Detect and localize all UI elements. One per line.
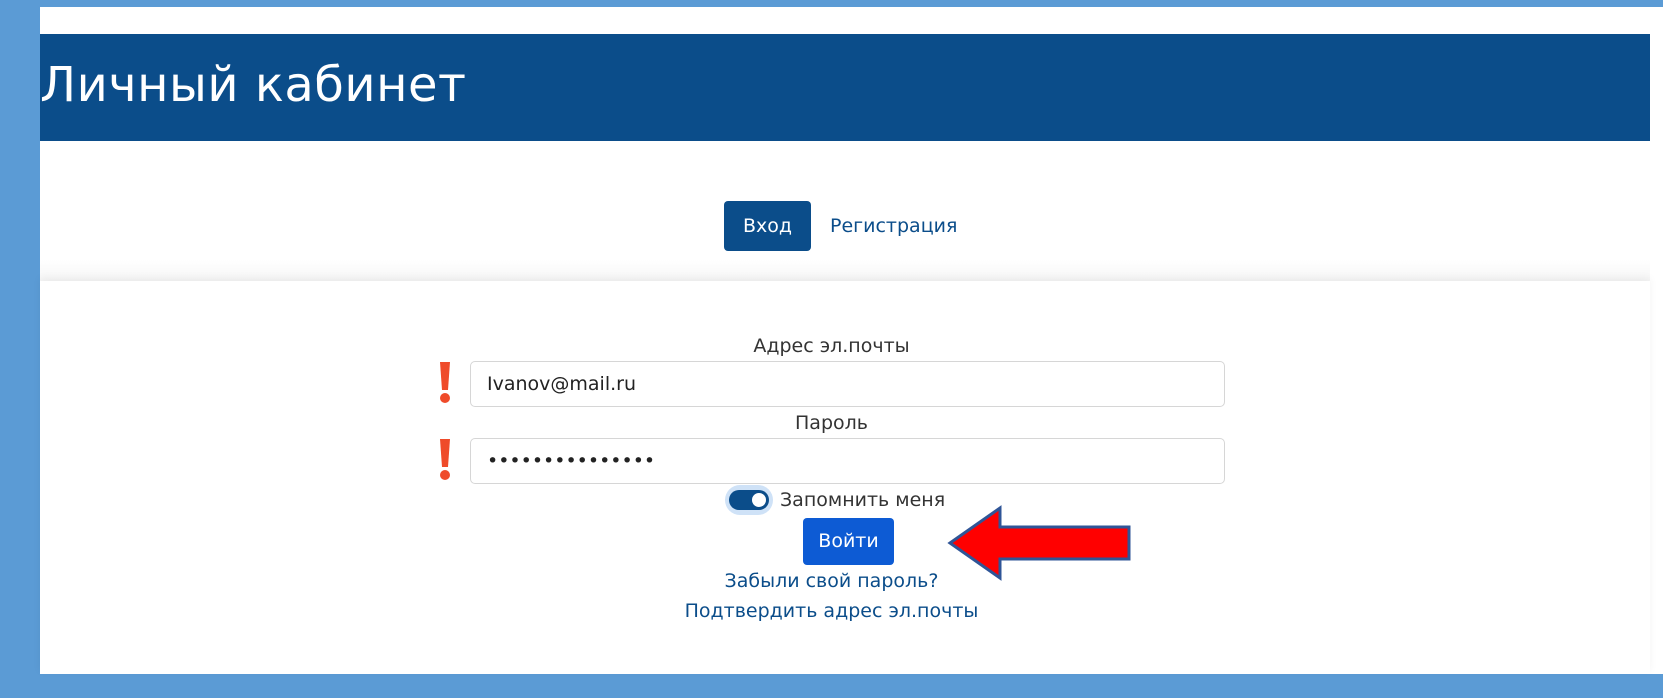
remember-me-toggle[interactable] xyxy=(725,485,773,515)
frame-bottom-border xyxy=(13,674,1663,698)
tab-register[interactable]: Регистрация xyxy=(830,201,957,251)
toggle-track xyxy=(729,490,769,510)
password-label: Пароль xyxy=(795,412,868,434)
password-field[interactable]: ••••••••••••••• xyxy=(470,438,1225,484)
remember-me-label: Запомнить меня xyxy=(780,489,946,511)
exclamation-mark-icon xyxy=(440,439,450,480)
forgot-password-link[interactable]: Забыли свой пароль? xyxy=(0,569,1663,593)
email-label: Адрес эл.почты xyxy=(753,335,910,357)
page-header: Личный кабинет xyxy=(40,34,1650,141)
email-field[interactable]: Ivanov@mail.ru xyxy=(470,361,1225,407)
tab-login[interactable]: Вход xyxy=(724,201,811,251)
page-title: Личный кабинет xyxy=(40,57,467,113)
login-button[interactable]: Войти xyxy=(803,518,894,565)
exclamation-mark-icon xyxy=(440,362,450,403)
confirm-email-link[interactable]: Подтвердить адрес эл.почты xyxy=(0,599,1663,623)
toggle-knob xyxy=(752,493,766,507)
